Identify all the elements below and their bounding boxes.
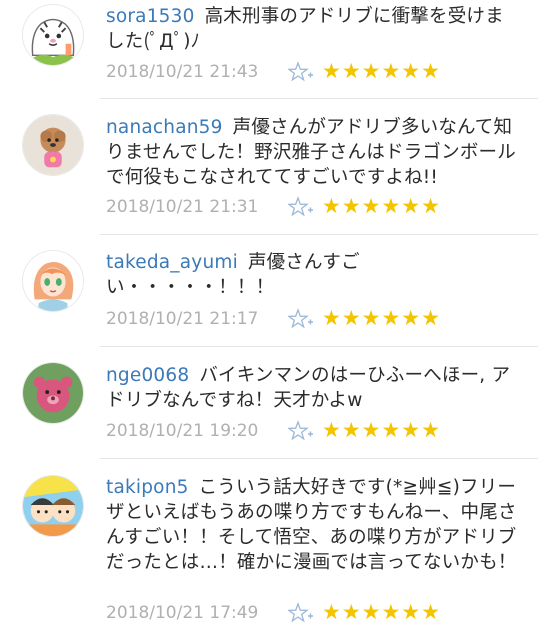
divider	[100, 234, 538, 235]
star-rating: ★★★★★★	[322, 59, 441, 83]
comment-body: takipon5 こういう話大好きです(*≧艸≦)フリーザといえばもうあの喋り方で…	[106, 475, 520, 575]
comment-body: takeda_ayumi 声優さんすごい・・・・・！！！	[106, 250, 520, 300]
tiger-avatar[interactable]	[22, 4, 84, 66]
add-star-icon[interactable]	[288, 601, 314, 625]
star-rating: ★★★★★★	[322, 306, 441, 330]
comment-timestamp: 2018/10/21 21:31	[106, 197, 259, 217]
comment-meta: 2018/10/21 21:43 ★★★★★★	[106, 59, 526, 84]
comment-meta: 2018/10/21 17:49 ★★★★★★	[106, 600, 526, 625]
comment-username[interactable]: takeda_ayumi	[106, 252, 238, 273]
comment-meta: 2018/10/21 21:17 ★★★★★★	[106, 306, 526, 331]
add-star-icon[interactable]	[288, 195, 314, 219]
add-star-icon[interactable]	[288, 60, 314, 84]
comment-timestamp: 2018/10/21 21:17	[106, 309, 259, 329]
add-star-icon[interactable]	[288, 419, 314, 443]
comment-meta: 2018/10/21 19:20 ★★★★★★	[106, 418, 526, 443]
comment-timestamp: 2018/10/21 17:49	[106, 603, 259, 623]
comment-username[interactable]: takipon5	[106, 477, 189, 498]
divider	[100, 346, 538, 347]
comment-timestamp: 2018/10/21 19:20	[106, 421, 259, 441]
pink-bear-avatar[interactable]	[22, 362, 84, 424]
comment-body: nge0068 バイキンマンのはーひふーへほー, アドリブなんですね！天才かよw	[106, 363, 520, 413]
cartoon-kids-avatar[interactable]	[22, 475, 84, 537]
divider	[100, 458, 538, 459]
anime-girl-avatar[interactable]	[22, 250, 84, 312]
poodle-avatar[interactable]	[22, 114, 84, 176]
comment-meta: 2018/10/21 21:31 ★★★★★★	[106, 194, 526, 219]
comment-username[interactable]: nanachan59	[106, 117, 223, 138]
comment-body: sora1530 高木刑事のアドリブに衝撃を受けました(ﾟДﾟ)ﾉ	[106, 4, 520, 54]
star-rating: ★★★★★★	[322, 600, 441, 624]
comment-body: nanachan59 声優さんがアドリブ多いなんて知りませんでした！野沢雅子さんは…	[106, 115, 520, 190]
divider	[100, 98, 538, 99]
star-rating: ★★★★★★	[322, 194, 441, 218]
comment-username[interactable]: nge0068	[106, 365, 189, 386]
comment-username[interactable]: sora1530	[106, 6, 195, 27]
comment-timestamp: 2018/10/21 21:43	[106, 62, 259, 82]
add-star-icon[interactable]	[288, 307, 314, 331]
star-rating: ★★★★★★	[322, 418, 441, 442]
